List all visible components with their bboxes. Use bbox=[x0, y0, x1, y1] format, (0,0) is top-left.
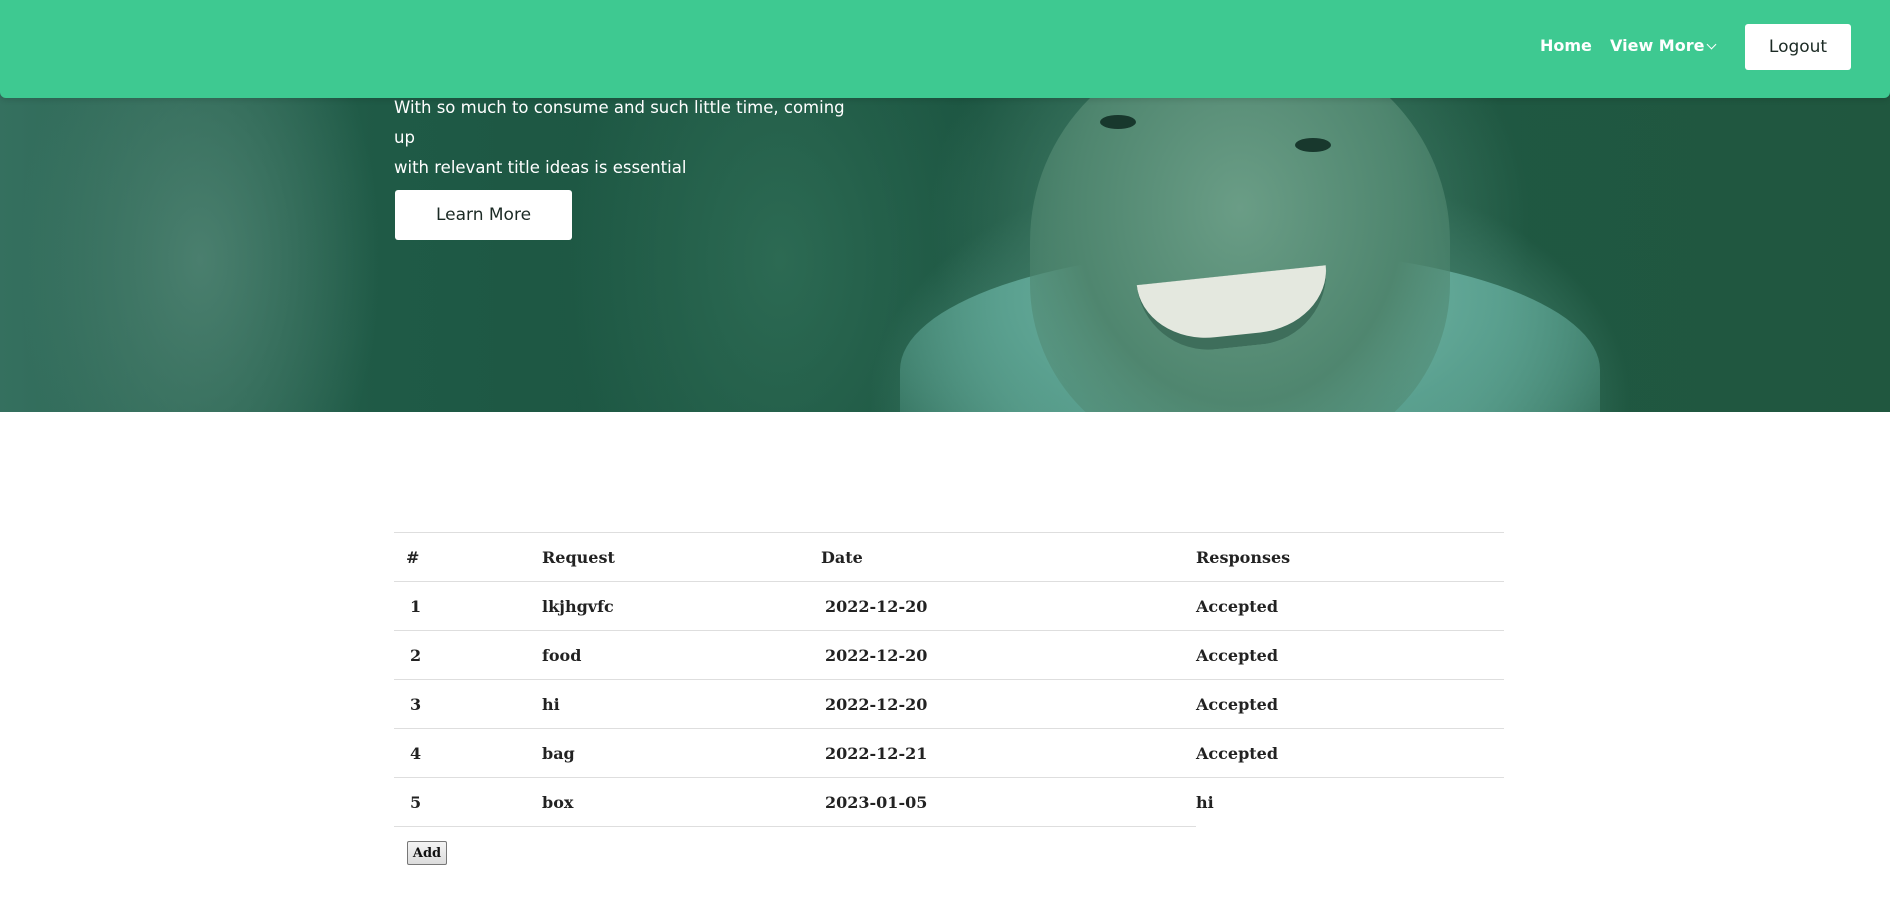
row-date: 2022-12-20 bbox=[821, 581, 1196, 631]
row-request: hi bbox=[542, 679, 821, 729]
row-date: 2023-01-05 bbox=[821, 777, 1196, 827]
row-number: 2 bbox=[394, 630, 542, 680]
table-row: 5 box 2023-01-05 hi bbox=[394, 777, 1504, 827]
chevron-down-icon bbox=[1707, 39, 1717, 50]
table-header-row: # Request Date Responses bbox=[394, 532, 1504, 582]
row-date: 2022-12-20 bbox=[821, 630, 1196, 680]
table-row: 4 bag 2022-12-21 Accepted bbox=[394, 728, 1504, 778]
column-header-request: Request bbox=[542, 532, 821, 582]
row-date: 2022-12-20 bbox=[821, 679, 1196, 729]
table-row: 3 hi 2022-12-20 Accepted bbox=[394, 679, 1504, 729]
row-request: lkjhgvfc bbox=[542, 581, 821, 631]
row-response: Accepted bbox=[1196, 679, 1504, 729]
learn-more-button[interactable]: Learn More bbox=[395, 190, 572, 240]
column-header-number: # bbox=[394, 532, 542, 582]
add-request-button[interactable]: Add bbox=[407, 841, 447, 865]
row-response: Accepted bbox=[1196, 728, 1504, 778]
column-header-date: Date bbox=[821, 532, 1196, 582]
row-date: 2022-12-21 bbox=[821, 728, 1196, 778]
row-request: food bbox=[542, 630, 821, 680]
row-response: Accepted bbox=[1196, 581, 1504, 631]
hero-description-line-2: with relevant title ideas is essential bbox=[394, 158, 687, 177]
hero-photo-eye bbox=[1100, 115, 1136, 129]
table-row: 1 lkjhgvfc 2022-12-20 Accepted bbox=[394, 581, 1504, 631]
row-response: Accepted bbox=[1196, 630, 1504, 680]
column-header-responses: Responses bbox=[1196, 532, 1504, 582]
logout-button[interactable]: Logout bbox=[1745, 24, 1851, 70]
hero-photo-eye bbox=[1295, 138, 1331, 152]
table-row: 2 food 2022-12-20 Accepted bbox=[394, 630, 1504, 680]
row-request: box bbox=[542, 777, 821, 827]
row-number: 1 bbox=[394, 581, 542, 631]
hero-description: With so much to consume and such little … bbox=[394, 93, 854, 183]
row-number: 3 bbox=[394, 679, 542, 729]
row-request: bag bbox=[542, 728, 821, 778]
nav-view-more-dropdown[interactable]: View More bbox=[1610, 36, 1717, 55]
row-number: 5 bbox=[394, 777, 542, 827]
requests-table: # Request Date Responses 1 lkjhgvfc 2022… bbox=[394, 532, 1504, 827]
row-response: hi bbox=[1196, 792, 1214, 812]
top-navbar: Home View More Logout bbox=[0, 0, 1890, 98]
row-number: 4 bbox=[394, 728, 542, 778]
nav-view-more-label: View More bbox=[1610, 36, 1705, 55]
nav-home-link[interactable]: Home bbox=[1540, 36, 1592, 55]
hero-description-line-1: With so much to consume and such little … bbox=[394, 98, 845, 147]
